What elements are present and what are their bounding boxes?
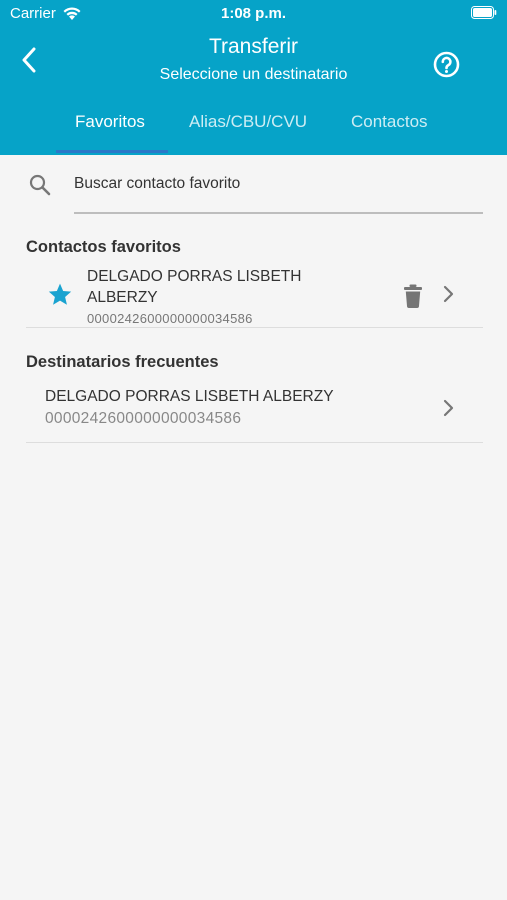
tab-favoritos[interactable]: Favoritos [75, 112, 145, 132]
star-icon [48, 283, 72, 305]
search-icon [29, 174, 51, 196]
tab-bar: Favoritos Alias/CBU/CVU Contactos [0, 108, 507, 155]
search-underline [74, 212, 483, 214]
row-divider [26, 442, 483, 443]
status-bar: Carrier 1:08 p.m. [0, 0, 507, 28]
trash-icon[interactable] [403, 284, 423, 308]
page-title: Transferir [208, 35, 299, 58]
favorite-contact-account: 0000242600000000034586 [87, 311, 253, 326]
tab-alias-cbu-cvu[interactable]: Alias/CBU/CVU [189, 112, 307, 132]
help-button[interactable] [433, 51, 460, 78]
frequent-recipient-row[interactable]: DELGADO PORRAS LISBETH ALBERZY 000024260… [26, 383, 483, 443]
status-time: 1:08 p.m. [220, 5, 287, 22]
frequent-recipient-name: DELGADO PORRAS LISBETH ALBERZY [45, 388, 334, 405]
frequent-section-title: Destinatarios frecuentes [26, 353, 219, 371]
app-header: Carrier 1:08 p.m. Transferir Seleccione … [0, 0, 507, 155]
chevron-right-icon [443, 399, 454, 417]
battery-icon [471, 6, 497, 19]
tab-contactos[interactable]: Contactos [351, 112, 428, 132]
row-divider [26, 327, 483, 328]
favorite-contact-name: DELGADO PORRAS LISBETH ALBERZY [87, 268, 302, 306]
active-tab-indicator [56, 150, 168, 153]
favorite-contact-row[interactable]: DELGADO PORRAS LISBETH ALBERZY 000024260… [26, 262, 483, 328]
favorites-section-title: Contactos favoritos [26, 238, 181, 256]
chevron-right-icon [443, 285, 454, 303]
page-subtitle: Seleccione un destinatario [159, 66, 348, 83]
search-input[interactable] [74, 169, 482, 199]
search-bar [0, 155, 507, 217]
frequent-recipient-account: 0000242600000000034586 [45, 410, 242, 427]
